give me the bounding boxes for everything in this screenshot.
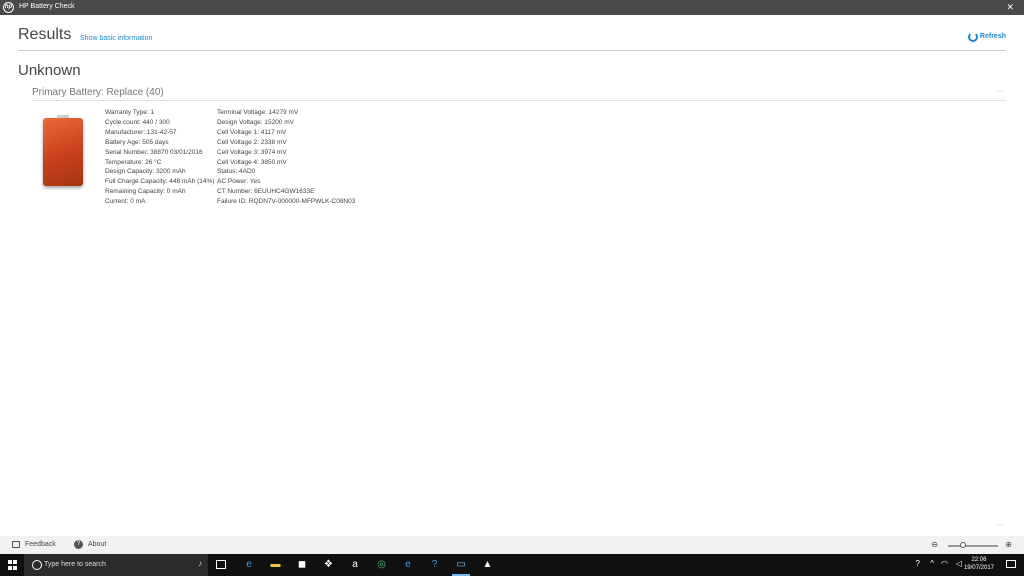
about-button[interactable]: About — [88, 541, 106, 548]
close-icon[interactable]: ✕ — [1006, 2, 1014, 13]
app-footer: Feedback ? About ⊖ ⊕ — [0, 536, 1024, 554]
system-clock[interactable]: 22:06 19/07/2017 — [964, 556, 994, 572]
chevron-up-icon[interactable]: ^ — [930, 559, 934, 568]
detail-line: Remaining Capacity: 0 mAh — [105, 188, 186, 196]
task-view-icon[interactable] — [216, 560, 226, 569]
scroll-down-icon[interactable]: ﹀ — [996, 522, 1004, 533]
detail-line: Cycle count: 440 / 300 — [105, 118, 170, 126]
tripadvisor-icon[interactable]: ◎ — [375, 558, 389, 572]
amazon-icon[interactable]: a — [348, 558, 362, 572]
zoom-in-icon[interactable]: ⊕ — [1005, 540, 1012, 549]
refresh-icon[interactable] — [968, 32, 978, 42]
page-title: Results — [18, 26, 72, 43]
primary-battery-heading: Primary Battery: Replace (40) — [32, 87, 164, 98]
hp-logo-icon: hp — [3, 2, 14, 13]
hp-battery-app-icon[interactable]: ▭ — [452, 558, 470, 576]
search-placeholder: Type here to search — [44, 561, 106, 568]
detail-line: Cell Voltage 3: 3974 mV — [217, 148, 287, 156]
clock-date: 19/07/2017 — [963, 565, 994, 571]
clock-time: 22:06 — [971, 557, 987, 563]
detail-line: Failure ID: RQDN7V-000000-MFPWLK-C08N03 — [217, 198, 356, 206]
feedback-button[interactable]: Feedback — [25, 541, 56, 548]
volume-icon[interactable]: ◁ — [956, 559, 962, 568]
collapse-icon[interactable]: ︿ — [996, 84, 1004, 95]
battery-details-right: Terminal Voltage: 14279 mV Design Voltag… — [217, 108, 355, 207]
detail-line: Status: 4AD0 — [217, 168, 256, 176]
detail-line: Cell Voltage 4: 3850 mV — [217, 158, 287, 166]
edge-icon-2[interactable]: e — [401, 558, 415, 572]
detail-line: Battery Age: 505 days — [105, 138, 169, 146]
detail-line: Design Voltage: 15200 mV — [217, 118, 294, 126]
detail-line: AC Power: Yes — [217, 178, 261, 186]
windows-start-icon[interactable] — [8, 560, 18, 570]
detail-line: Manufacturer: 131-42-57 — [105, 128, 177, 136]
refresh-button[interactable]: Refresh — [980, 33, 1006, 40]
detail-line: CT Number: 6EUUHC4GW1633E — [217, 188, 315, 196]
results-header: Results Show basic information Refresh — [0, 15, 1024, 53]
header-divider — [18, 50, 1006, 51]
help-icon[interactable]: ? — [428, 558, 442, 572]
edge-icon[interactable]: e — [242, 558, 256, 572]
window-title: HP Battery Check — [19, 3, 75, 10]
detail-line: Current: 0 mA — [105, 198, 146, 206]
wifi-icon[interactable]: ◠ — [941, 559, 948, 568]
show-basic-info-link[interactable]: Show basic information — [80, 35, 152, 42]
feedback-icon[interactable] — [12, 541, 20, 548]
title-bar: hp HP Battery Check ✕ — [0, 0, 1024, 15]
cortana-icon — [32, 560, 42, 570]
detail-line: Full Charge Capacity: 448 mAh (14%) — [105, 178, 215, 186]
battery-icon — [43, 115, 83, 186]
file-explorer-icon[interactable]: ▬ — [269, 558, 283, 572]
detail-line: Design Capacity: 3200 mAh — [105, 168, 186, 176]
detail-line: Warranty Type: 1 — [105, 109, 155, 116]
zoom-slider-thumb[interactable] — [960, 542, 966, 548]
taskbar-search-box[interactable]: Type here to search ♪ — [24, 554, 208, 576]
zoom-slider[interactable] — [948, 545, 998, 547]
windows-taskbar: Type here to search ♪ e ▬ ◼ ❖ a ◎ e? ▭ ▲ ? ^ ◠ ◁… — [0, 554, 1024, 576]
microphone-icon[interactable]: ♪ — [198, 559, 202, 568]
detail-line: Terminal Voltage: 14279 mV — [217, 109, 299, 116]
detail-line: Temperature: 26 °C — [105, 158, 162, 166]
dropbox-icon[interactable]: ❖ — [322, 558, 336, 572]
battery-details-left: Warranty Type: 1 Cycle count: 440 / 300 … — [105, 108, 214, 207]
help-tray-icon[interactable]: ? — [916, 559, 920, 568]
detail-line: Serial Number: 38870 03/01/2016 — [105, 148, 203, 156]
battery-status: Unknown — [18, 62, 81, 79]
detail-line: Cell Voltage 1: 4117 mV — [217, 128, 287, 136]
zoom-out-icon[interactable]: ⊖ — [931, 540, 938, 549]
notifications-icon[interactable] — [1006, 560, 1016, 568]
photos-icon[interactable]: ▲ — [481, 558, 495, 572]
about-icon[interactable]: ? — [74, 540, 83, 549]
section-divider — [32, 100, 1006, 101]
detail-line: Cell Voltage 2: 2338 mV — [217, 138, 287, 146]
store-icon[interactable]: ◼ — [295, 558, 309, 572]
